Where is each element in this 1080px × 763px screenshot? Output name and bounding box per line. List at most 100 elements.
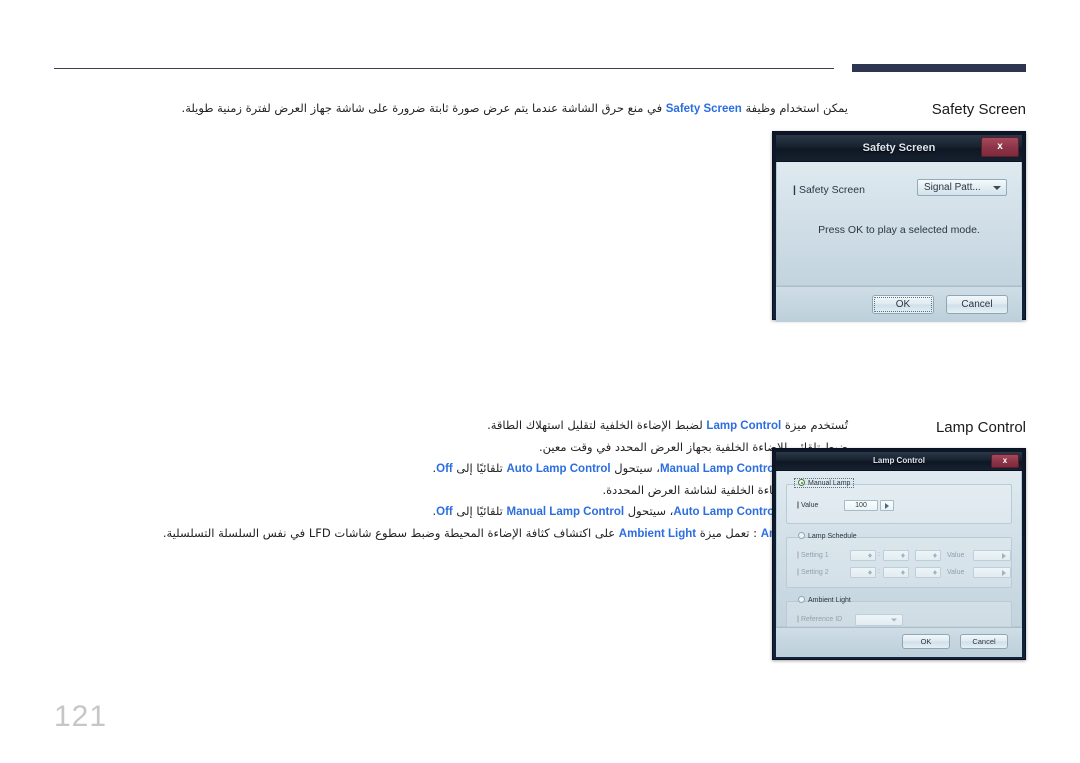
arrow-right-icon [1002, 569, 1006, 576]
text-fragment: تلقائيًا إلى [452, 504, 507, 518]
keyword-auto-lamp-control: Auto Lamp Control [673, 506, 778, 518]
close-icon[interactable]: x [981, 137, 1019, 157]
keyword-safety-screen: Safety Screen [665, 103, 742, 115]
field-label-text: Setting 2 [800, 569, 829, 576]
dialog-body: Manual Lamp | Value 100 Lamp Schedule | Se… [776, 471, 1022, 635]
cancel-button[interactable]: Cancel [960, 634, 1008, 649]
lamp-schedule-label: Lamp Schedule [808, 533, 857, 540]
field-label-text: Safety Screen [798, 184, 865, 196]
lamp-control-dialog: Lamp Control x Manual Lamp | Value 100 La… [772, 448, 1026, 660]
ambient-light-radio[interactable]: Ambient Light [795, 596, 854, 604]
arrow-right-icon [1002, 552, 1006, 559]
keyword-off: Off [436, 463, 453, 475]
lamp-schedule-group: Lamp Schedule | Setting 1 : Value | Sett… [786, 532, 1012, 588]
radio-off-icon [798, 596, 805, 603]
text-fragment: ، سيتحول [624, 504, 674, 518]
ambient-light-label: Ambient Light [808, 597, 851, 604]
bullet-item-ambient-light: •Ambient Light : تعمل ميزة Ambient Light… [163, 523, 848, 545]
manual-lamp-value-stepper[interactable] [880, 500, 894, 511]
setting2-ampm-stepper[interactable] [915, 567, 941, 578]
paragraph-line: ضبط يدوي للإضاءة الخلفية لشاشة العرض الم… [248, 480, 849, 501]
manual-lamp-value-input[interactable]: 100 [844, 500, 878, 511]
safety-screen-mode-dropdown[interactable]: Signal Patt... [917, 179, 1007, 196]
setting2-value-input[interactable] [973, 567, 1011, 578]
dialog-title: Lamp Control [873, 456, 925, 465]
text-fragment: تُستخدم ميزة [781, 418, 848, 432]
keyword-manual-lamp-control: Manual Lamp Control [659, 463, 778, 475]
cancel-button[interactable]: Cancel [946, 295, 1008, 314]
keyword-ambient-light: Ambient Light [618, 528, 697, 540]
text-fragment: ، سيتحول [610, 461, 660, 475]
manual-lamp-value: 100 [855, 502, 867, 509]
text-fragment: : [749, 526, 761, 540]
ok-button[interactable]: OK [872, 295, 934, 314]
dialog-titlebar: Safety Screen x [776, 135, 1022, 162]
reference-id-label: | Reference ID [797, 616, 842, 623]
header-accent-bar [852, 64, 1026, 72]
arrow-right-icon [885, 502, 889, 509]
dialog-body: | Safety Screen Signal Patt... Press OK t… [776, 162, 1022, 286]
time-separator: : [878, 568, 880, 575]
keyword-lamp-control: Lamp Control [706, 420, 782, 432]
text-fragment: تعمل ميزة [696, 526, 750, 540]
text-fragment: يمكن استخدام وظيفة [741, 101, 848, 115]
text-fragment: على اكتشاف كثافة الإضاءة المحيطة وضبط سط… [162, 526, 619, 540]
arrow-down-icon [868, 555, 872, 558]
setting1-minute-stepper[interactable] [883, 550, 909, 561]
text-fragment: لضبط الإضاءة الخلفية لتقليل استهلاك الطا… [487, 418, 707, 432]
radio-on-icon [798, 479, 805, 486]
field-tick-marker: | [797, 502, 799, 509]
section-heading-lamp-control: Lamp Control [935, 419, 1026, 436]
close-icon[interactable]: x [991, 454, 1019, 468]
setting2-hour-stepper[interactable] [850, 567, 876, 578]
arrow-down-icon [901, 555, 905, 558]
paragraph-line: في حالة ضبط Manual Lamp Control، سيتحول … [248, 458, 848, 480]
paragraph-line: ضبط تلقائي للإضاءة الخلفية بجهاز العرض ا… [248, 437, 848, 458]
field-tick-marker: | [793, 184, 796, 196]
safety-screen-dialog: Safety Screen x | Safety Screen Signal Pa… [772, 131, 1026, 322]
manual-lamp-label: Manual Lamp [808, 480, 851, 487]
chevron-down-icon [993, 185, 1001, 190]
setting2-minute-stepper[interactable] [883, 567, 909, 578]
setting2-label: | Setting 2 [797, 569, 829, 576]
setting1-ampm-stepper[interactable] [915, 550, 941, 561]
paragraph-line: تُستخدم ميزة Lamp Control لضبط الإضاءة ا… [248, 415, 848, 437]
keyword-auto-lamp-control: Auto Lamp Control [506, 463, 611, 475]
lamp-control-description: تُستخدم ميزة Lamp Control لضبط الإضاءة ا… [163, 415, 849, 545]
field-tick-marker: | [797, 552, 799, 559]
manual-lamp-radio[interactable]: Manual Lamp [793, 478, 855, 488]
dialog-titlebar: Lamp Control x [776, 452, 1022, 471]
setting1-value-label: Value [947, 552, 965, 559]
keyword-off: Off [436, 506, 453, 518]
setting2-value-label: Value [947, 569, 965, 576]
reference-id-dropdown[interactable] [855, 614, 903, 626]
field-label-text: Reference ID [800, 616, 843, 623]
arrow-down-icon [933, 555, 937, 558]
paragraph-line: يمكن استخدام وظيفة Safety Screen في منع … [182, 98, 848, 120]
radio-off-icon [798, 532, 805, 539]
time-separator: : [878, 551, 880, 558]
dialog-message: Press OK to play a selected mode. [818, 224, 980, 236]
text-fragment: في منع حرق الشاشة عندما يتم عرض صورة ثاب… [181, 101, 666, 115]
field-tick-marker: | [797, 569, 799, 576]
keyword-manual-lamp-control: Manual Lamp Control [506, 506, 625, 518]
chevron-down-icon [891, 618, 897, 622]
safety-screen-description: يمكن استخدام وظيفة Safety Screen في منع … [182, 98, 848, 120]
lamp-schedule-radio[interactable]: Lamp Schedule [795, 532, 860, 540]
setting1-label: | Setting 1 [797, 552, 829, 559]
ok-button[interactable]: OK [902, 634, 950, 649]
page-number: 121 [54, 700, 108, 733]
manual-lamp-value-label: | Value [797, 502, 818, 509]
field-tick-marker: | [797, 616, 799, 623]
field-label-text: Value [800, 502, 819, 509]
field-label-text: Setting 1 [800, 552, 829, 559]
setting1-value-input[interactable] [973, 550, 1011, 561]
arrow-down-icon [933, 572, 937, 575]
safety-screen-field-label: | Safety Screen [793, 184, 865, 196]
text-fragment: تلقائيًا إلى [452, 461, 507, 475]
dialog-footer: OK Cancel [776, 286, 1022, 322]
setting1-hour-stepper[interactable] [850, 550, 876, 561]
section-heading-safety-screen: Safety Screen [931, 101, 1026, 118]
header-divider-line [54, 68, 834, 69]
dropdown-selected-value: Signal Patt... [924, 182, 981, 193]
